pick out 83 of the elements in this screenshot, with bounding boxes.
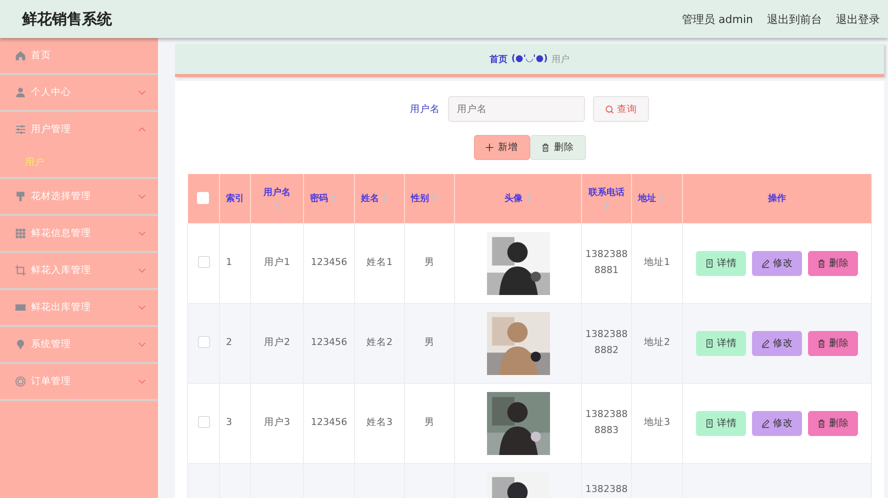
home-icon (15, 50, 26, 61)
table-cell: 男 (404, 223, 454, 303)
column-header[interactable]: 密码 (304, 174, 354, 223)
document-icon (705, 338, 714, 348)
row-checkbox[interactable] (198, 416, 210, 428)
brush-icon (15, 191, 26, 202)
document-icon (705, 258, 714, 268)
ring-icon (15, 376, 26, 387)
detail-button[interactable]: 详情 (696, 250, 746, 276)
table-cell: 地址1 (632, 223, 682, 303)
pen-icon (761, 338, 770, 348)
trash-icon (817, 258, 826, 268)
search-label: 用户名 (410, 102, 440, 116)
edit-button[interactable]: 修改 (752, 330, 802, 356)
search-field[interactable]: 用户名 (448, 96, 585, 122)
column-header[interactable]: 性别 (404, 174, 454, 223)
table-cell: 1 (220, 223, 250, 303)
table-cell: 123456 (304, 383, 354, 463)
sort-icon[interactable] (274, 200, 280, 211)
column-header[interactable]: 姓名 (354, 174, 404, 223)
pen-icon (761, 418, 770, 428)
table-cell: 1382388 8881 (582, 223, 632, 303)
edit-button[interactable]: 修改 (752, 410, 802, 436)
table-cell: 123456 (304, 303, 354, 383)
table-cell: 123456 (304, 223, 354, 303)
app-title: 鲜花销售系统 (22, 10, 112, 28)
sort-icon[interactable] (381, 193, 388, 204)
ticket-icon (15, 302, 26, 313)
table-cell: 姓名1 (354, 223, 404, 303)
table-cell: 用户1 (250, 223, 304, 303)
detail-button[interactable]: 详情 (696, 330, 746, 356)
trash-icon (541, 143, 550, 152)
detail-button[interactable]: 详情 (696, 410, 746, 436)
breadcrumb-separator: (●'◡'●) (511, 54, 548, 64)
table-cell: 3 (220, 383, 250, 463)
table-cell: 姓名3 (354, 383, 404, 463)
breadcrumb-link[interactable]: 首页 (489, 52, 508, 66)
crop-icon (15, 265, 26, 276)
trash-icon (817, 338, 826, 348)
table-cell: 1382388 8882 (582, 303, 632, 383)
table-cell: 用户3 (250, 383, 304, 463)
delete-button[interactable]: 删除 (808, 410, 858, 436)
edit-button[interactable]: 修改 (752, 250, 802, 276)
row-checkbox[interactable] (198, 256, 210, 268)
header-link[interactable]: 退出到前台 (767, 12, 822, 26)
add-button[interactable]: 新增 (474, 135, 530, 160)
column-header[interactable]: 地址 (632, 174, 682, 223)
sort-icon[interactable] (524, 193, 532, 204)
column-header[interactable]: 联系电话 (582, 174, 632, 223)
sort-icon[interactable] (658, 193, 665, 204)
table-cell: 地址2 (632, 303, 682, 383)
sort-icon[interactable] (431, 193, 438, 204)
delete-button[interactable]: 删除 (808, 330, 858, 356)
search-icon (605, 104, 614, 114)
column-header[interactable]: 用户名 (250, 174, 304, 223)
table-cell: 男 (404, 383, 454, 463)
pin-icon (15, 339, 26, 350)
document-icon (705, 418, 714, 428)
header-link[interactable]: 退出登录 (836, 12, 880, 26)
delete-button[interactable]: 删除 (808, 250, 858, 276)
select-all-checkbox[interactable] (197, 192, 210, 204)
header-link[interactable]: 管理员 admin (682, 12, 753, 26)
sliders-icon (15, 124, 26, 135)
table-cell: 姓名2 (354, 303, 404, 383)
plus-icon (485, 143, 494, 152)
search-button[interactable]: 查询 (593, 96, 649, 122)
table-cell: 用户2 (250, 303, 304, 383)
column-header: 索引 (220, 174, 250, 223)
sort-icon[interactable] (330, 193, 337, 204)
table-cell: 1382388 8883 (582, 383, 632, 463)
trash-icon (817, 418, 826, 428)
table-cell: 男 (404, 303, 454, 383)
column-header[interactable]: 头像 (454, 174, 582, 223)
pen-icon (761, 258, 770, 268)
column-header: 操作 (682, 174, 872, 223)
breadcrumb-current: 用户 (552, 54, 570, 66)
table-cell: 地址3 (632, 383, 682, 463)
grid-icon (15, 228, 26, 239)
user-icon (15, 87, 26, 98)
sort-icon[interactable] (603, 200, 610, 211)
delete-button[interactable]: 删除 (530, 135, 586, 160)
row-checkbox[interactable] (198, 336, 210, 348)
table-cell: 2 (220, 303, 250, 383)
